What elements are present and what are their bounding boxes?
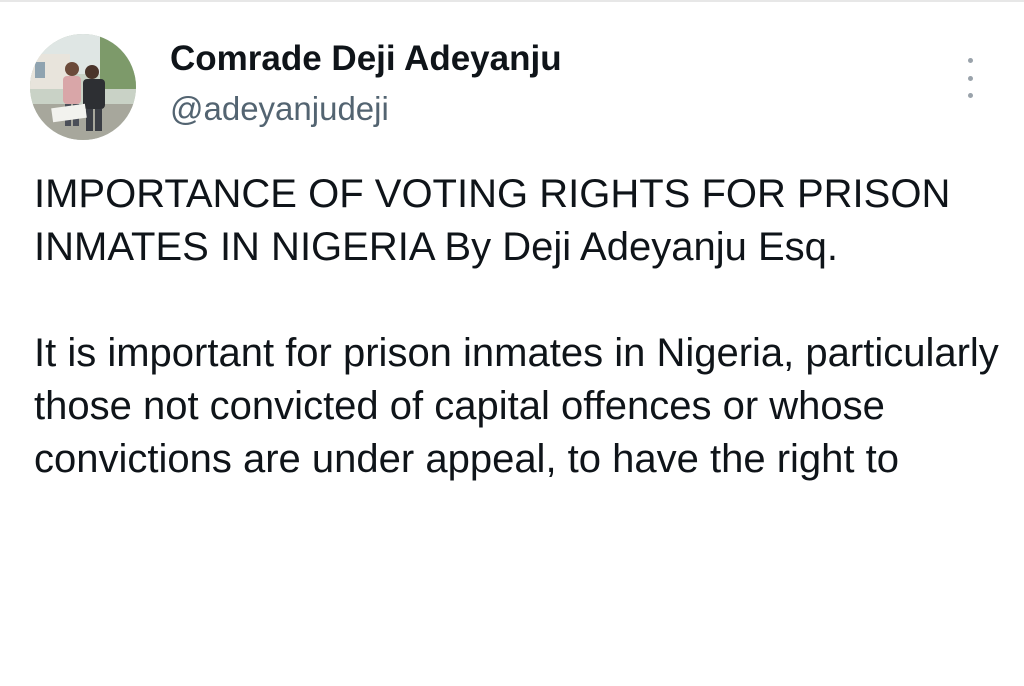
author-info: Comrade Deji Adeyanju @adeyanjudeji — [170, 38, 562, 130]
more-options-button[interactable] — [958, 58, 982, 98]
more-vertical-icon — [967, 58, 973, 63]
more-vertical-icon-dot — [967, 93, 973, 98]
tweet-paragraph: It is important for prison inmates in Ni… — [34, 331, 999, 481]
avatar-photo — [30, 34, 136, 140]
tweet-paragraph: IMPORTANCE OF VOTING RIGHTS FOR PRISON I… — [34, 172, 951, 269]
author-display-name[interactable]: Comrade Deji Adeyanju — [170, 38, 562, 80]
tweet-text: IMPORTANCE OF VOTING RIGHTS FOR PRISON I… — [34, 168, 1004, 486]
more-vertical-icon-dot — [967, 75, 973, 81]
author-handle[interactable]: @adeyanjudeji — [170, 88, 562, 130]
avatar[interactable] — [30, 34, 136, 140]
tweet[interactable]: Comrade Deji Adeyanju @adeyanjudeji IMPO… — [0, 0, 1024, 686]
